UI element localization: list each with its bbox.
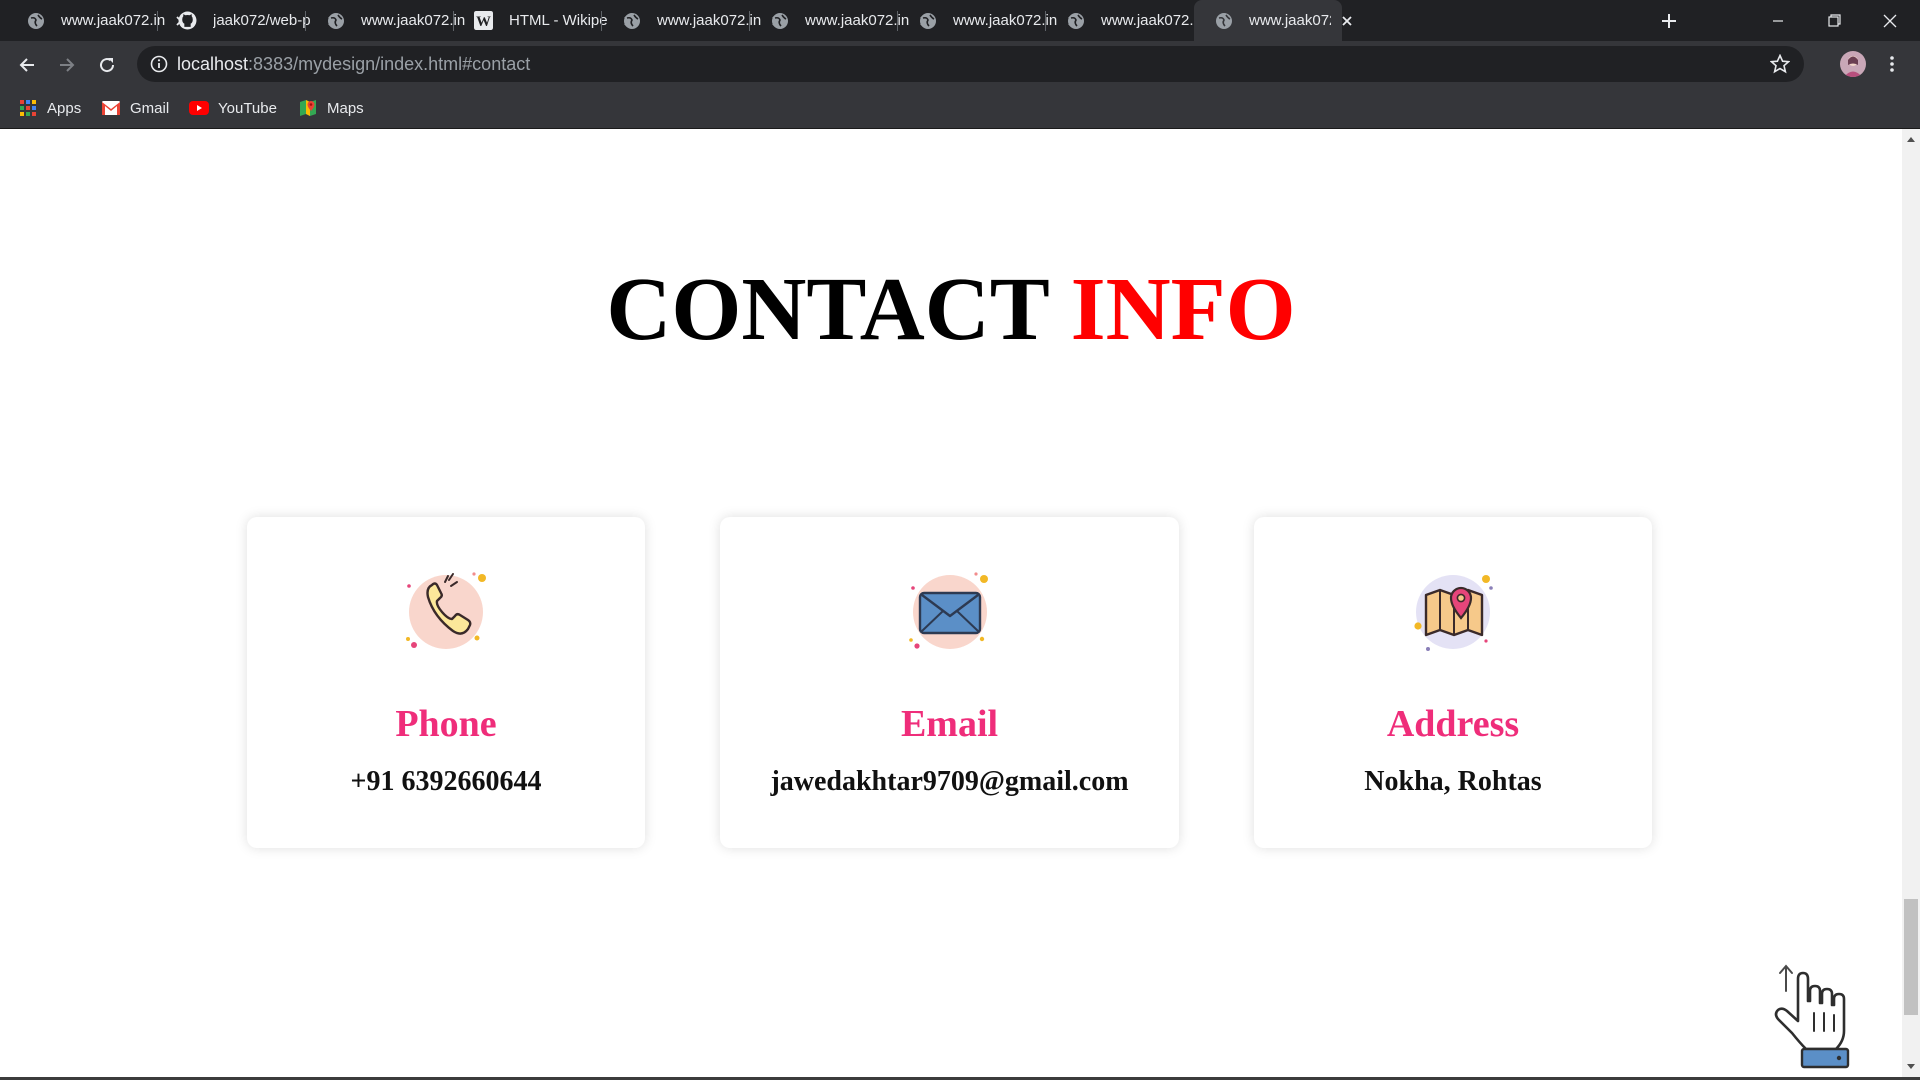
back-button[interactable] — [13, 51, 41, 79]
page-scrollbar[interactable] — [1902, 129, 1920, 1077]
tab-title: www.jaak072.in — [1249, 12, 1331, 29]
phone-number[interactable]: +91 6392660644 — [247, 766, 645, 798]
page-viewport: CONTACT INFO Phone +91 6392660644 Email … — [0, 129, 1902, 1077]
phone-card-title: Phone — [395, 703, 497, 745]
globe-icon — [326, 11, 345, 30]
browser-tab-active[interactable]: www.jaak072.in — [1194, 0, 1352, 41]
github-icon — [178, 11, 197, 30]
browser-toolbar: localhost:8383/mydesign/index.html#conta… — [0, 41, 1920, 88]
url-path: :8383/mydesign/index.html#contact — [248, 54, 531, 74]
plus-icon — [1662, 14, 1676, 28]
close-tab-icon[interactable] — [1339, 13, 1355, 29]
bookmark-star-icon[interactable] — [1770, 54, 1790, 74]
youtube-icon — [189, 98, 209, 118]
scrollbar-thumb[interactable] — [1904, 899, 1918, 1015]
contact-heading: CONTACT INFO — [0, 260, 1902, 360]
bookmark-label: Gmail — [130, 99, 170, 117]
profile-avatar[interactable] — [1840, 51, 1866, 77]
tab-title: www.jaak072.in — [953, 12, 1057, 29]
bookmark-maps[interactable]: Maps — [298, 97, 364, 119]
forward-button[interactable] — [53, 51, 81, 79]
bookmark-apps[interactable]: Apps — [18, 97, 81, 119]
bookmark-gmail[interactable]: Gmail — [101, 97, 169, 119]
new-tab-button[interactable] — [1657, 9, 1681, 33]
envelope-icon — [895, 555, 1005, 665]
heading-accent-text: INFO — [1070, 260, 1296, 359]
close-window-button[interactable] — [1862, 0, 1918, 41]
globe-icon — [622, 11, 641, 30]
tab-title: www.jaak072.in — [657, 12, 761, 29]
gmail-icon — [101, 98, 121, 118]
maps-icon — [298, 98, 318, 118]
globe-icon — [918, 11, 937, 30]
restore-button[interactable] — [1806, 0, 1862, 41]
email-card: Email jawedakhtar9709@gmail.com — [720, 517, 1179, 848]
globe-icon — [770, 11, 789, 30]
more-vertical-icon — [1890, 56, 1894, 72]
info-icon[interactable] — [150, 55, 168, 73]
close-icon — [1883, 14, 1897, 27]
address-bar[interactable]: localhost:8383/mydesign/index.html#conta… — [137, 46, 1804, 82]
heading-main-text: CONTACT — [606, 260, 1049, 359]
minimize-button[interactable] — [1750, 0, 1806, 41]
email-card-title: Email — [900, 703, 999, 745]
avatar-icon — [1844, 56, 1862, 77]
bookmarks-bar: Apps Gmail YouTube Maps — [0, 88, 1920, 129]
browser-menu-button[interactable] — [1880, 52, 1904, 76]
email-address[interactable]: jawedakhtar9709@gmail.com — [720, 766, 1179, 798]
wikipedia-icon: W — [474, 11, 493, 30]
bookmark-youtube[interactable]: YouTube — [189, 97, 277, 119]
tab-title: HTML - Wikipe — [509, 12, 608, 29]
scroll-up-hand-icon[interactable] — [1772, 961, 1862, 1071]
globe-icon — [1214, 11, 1233, 30]
tab-title: www.jaak072.in — [805, 12, 909, 29]
arrow-left-icon — [19, 58, 34, 72]
tab-title: jaak072/web-p — [213, 12, 311, 29]
apps-grid-icon — [18, 98, 38, 118]
arrow-right-icon — [60, 58, 75, 72]
url-host: localhost — [177, 54, 249, 74]
url-text[interactable]: localhost:8383/mydesign/index.html#conta… — [177, 54, 530, 75]
tab-title: www.jaak072.in — [361, 12, 465, 29]
reload-button[interactable] — [93, 51, 121, 79]
tab-title: www.jaak072.in — [61, 12, 165, 29]
bookmark-label: YouTube — [218, 99, 277, 117]
phone-card: Phone +91 6392660644 — [247, 517, 645, 848]
globe-icon — [1066, 11, 1085, 30]
scroll-up-arrow-icon[interactable] — [1907, 137, 1915, 142]
scroll-down-arrow-icon[interactable] — [1907, 1064, 1915, 1069]
restore-icon — [1827, 14, 1841, 27]
tab-strip: www.jaak072.in jaak072/web-p www.jaak072… — [0, 0, 1920, 41]
bookmark-label: Apps — [47, 99, 82, 117]
svg-text:W: W — [476, 14, 491, 30]
minimize-icon — [1773, 19, 1783, 22]
address-text: Nokha, Rohtas — [1364, 766, 1542, 797]
address-card-title: Address — [1386, 703, 1520, 745]
map-pin-icon — [1398, 555, 1508, 665]
bookmark-label: Maps — [327, 99, 364, 117]
tab-title: www.jaak072.in — [1101, 12, 1205, 29]
globe-icon — [26, 11, 45, 30]
reload-icon — [100, 58, 115, 73]
address-card: Address Nokha, Rohtas — [1254, 517, 1652, 848]
phone-icon — [391, 555, 501, 665]
